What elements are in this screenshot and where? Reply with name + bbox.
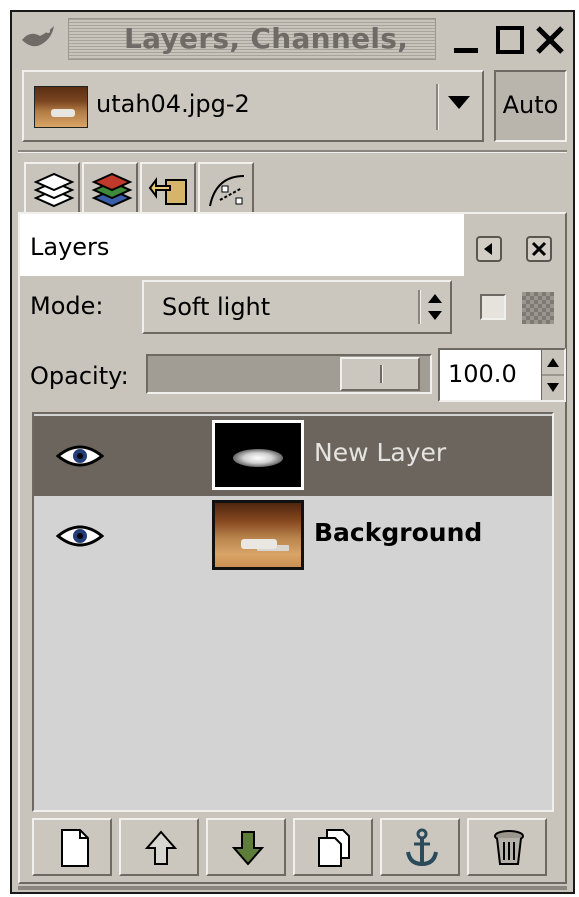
transparency-checker-icon bbox=[522, 292, 554, 324]
dockable-menu-button[interactable] bbox=[476, 236, 502, 262]
opacity-value[interactable]: 100.0 bbox=[448, 360, 517, 388]
trash-icon bbox=[494, 830, 524, 865]
lower-arrow-icon bbox=[231, 831, 265, 866]
delete-layer-button[interactable] bbox=[467, 818, 547, 876]
opacity-label: Opacity: bbox=[30, 362, 129, 390]
duplicate-layer-button[interactable] bbox=[293, 818, 373, 876]
image-menu-row: utah04.jpg-2 Auto bbox=[18, 68, 567, 146]
eye-icon[interactable] bbox=[56, 442, 104, 470]
tab-channels[interactable] bbox=[82, 162, 138, 214]
raise-arrow-icon bbox=[144, 830, 178, 865]
tab-paths[interactable] bbox=[198, 162, 254, 214]
layer-row-new-layer[interactable]: New Layer bbox=[34, 416, 552, 496]
chevron-down-icon[interactable] bbox=[448, 96, 470, 109]
undo-history-icon bbox=[148, 177, 187, 205]
lower-layer-button[interactable] bbox=[206, 818, 286, 876]
title-bar[interactable]: Layers, Channels, bbox=[12, 12, 573, 70]
resize-grip[interactable] bbox=[18, 886, 567, 890]
layer-name[interactable]: Background bbox=[314, 518, 482, 547]
up-down-arrows-icon bbox=[428, 294, 442, 320]
layer-name[interactable]: New Layer bbox=[314, 438, 446, 467]
mode-label: Mode: bbox=[30, 292, 104, 320]
opacity-spinbutton[interactable]: 100.0 bbox=[438, 348, 566, 402]
window-title: Layers, Channels, bbox=[124, 22, 409, 55]
image-thumbnail bbox=[34, 86, 88, 128]
combo-separator bbox=[436, 84, 439, 130]
opacity-slider[interactable] bbox=[146, 354, 432, 394]
close-icon bbox=[531, 241, 547, 257]
opacity-slider-handle[interactable] bbox=[340, 357, 420, 391]
layer-thumbnail bbox=[212, 420, 304, 490]
spin-arrows-icon[interactable] bbox=[542, 350, 564, 400]
auto-button[interactable]: Auto bbox=[494, 70, 567, 142]
new-layer-button[interactable] bbox=[32, 818, 112, 876]
layers-dock-window: Layers, Channels, utah04.jpg-2 Auto Laye… bbox=[10, 10, 575, 894]
opacity-spin-buttons[interactable] bbox=[541, 350, 564, 400]
anchor-layer-button[interactable] bbox=[380, 818, 460, 876]
divider bbox=[18, 150, 567, 153]
layer-thumbnail bbox=[212, 500, 304, 570]
layers-dockable: Layers Mode: Soft light Opacity: 100.0 N… bbox=[18, 212, 567, 884]
raise-layer-button[interactable] bbox=[119, 818, 199, 876]
mode-select[interactable]: Soft light bbox=[142, 280, 452, 334]
new-layer-icon bbox=[61, 829, 89, 867]
maximize-icon[interactable] bbox=[492, 22, 528, 58]
layer-row-background[interactable]: Background bbox=[34, 496, 552, 576]
image-select[interactable]: utah04.jpg-2 bbox=[22, 70, 484, 142]
left-arrow-icon bbox=[484, 243, 492, 255]
preserve-transparency-checkbox[interactable] bbox=[480, 294, 506, 320]
mode-value: Soft light bbox=[162, 293, 271, 321]
paths-icon bbox=[209, 175, 245, 207]
tab-layers[interactable] bbox=[24, 162, 80, 214]
anchor-icon bbox=[406, 828, 438, 867]
duplicate-icon bbox=[318, 829, 350, 867]
tab-undo-history[interactable] bbox=[140, 162, 196, 214]
window-menu-icon[interactable] bbox=[18, 22, 58, 58]
mode-separator bbox=[418, 290, 421, 324]
minimize-icon[interactable] bbox=[448, 22, 484, 58]
layers-icon bbox=[33, 172, 75, 208]
dockable-close-button[interactable] bbox=[526, 236, 552, 262]
eye-icon[interactable] bbox=[56, 522, 104, 550]
close-icon[interactable] bbox=[532, 22, 568, 58]
layers-list[interactable]: New Layer Background bbox=[32, 412, 554, 812]
channels-icon bbox=[91, 172, 133, 208]
dockable-title: Layers bbox=[20, 214, 464, 276]
image-select-value: utah04.jpg-2 bbox=[96, 90, 250, 118]
